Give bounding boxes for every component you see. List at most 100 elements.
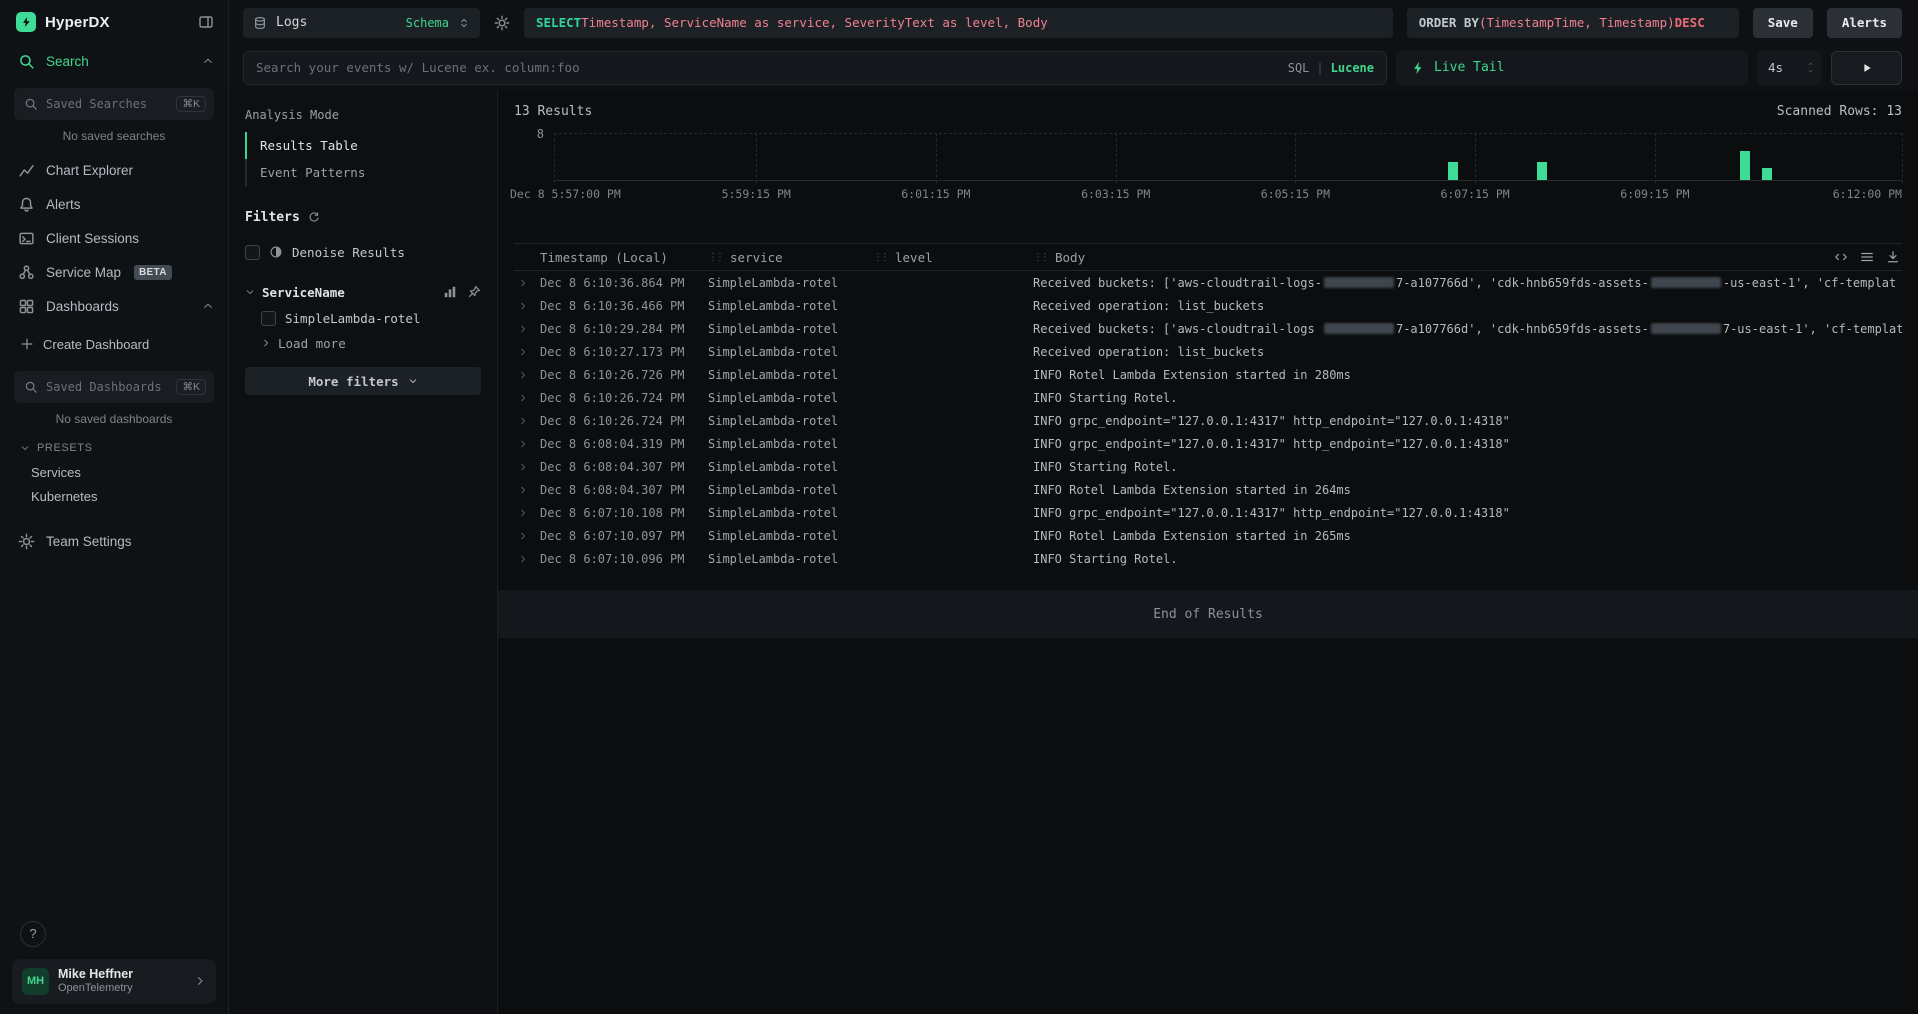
save-button[interactable]: Save	[1753, 8, 1813, 38]
drag-handle-icon[interactable]: ⋮⋮	[1033, 252, 1047, 263]
sidebar-item-alerts[interactable]: Alerts	[0, 187, 228, 221]
no-saved-dashboards-note: No saved dashboards	[0, 412, 228, 426]
table-row[interactable]: Dec 8 6:10:27.173 PMSimpleLambda-rotelRe…	[514, 340, 1902, 363]
table-row[interactable]: Dec 8 6:08:04.307 PMSimpleLambda-rotelIN…	[514, 455, 1902, 478]
create-dashboard-button[interactable]: Create Dashboard	[0, 327, 228, 361]
schema-link[interactable]: Schema	[406, 16, 449, 30]
load-more-link[interactable]: Load more	[261, 331, 481, 355]
live-tail-button[interactable]: Live Tail	[1396, 51, 1748, 85]
cell-timestamp: Dec 8 6:10:26.726 PM	[540, 368, 708, 382]
column-header-level[interactable]: ⋮⋮ level	[873, 250, 1033, 265]
mode-lucene-toggle[interactable]: Lucene	[1331, 61, 1374, 75]
refresh-icon[interactable]	[308, 212, 320, 224]
presets-header[interactable]: PRESETS	[0, 436, 228, 460]
cell-body: Received buckets: ['aws-cloudtrail-logs …	[1033, 322, 1902, 336]
saved-searches-search[interactable]: ⌘K	[14, 88, 214, 120]
help-button[interactable]: ?	[20, 921, 46, 947]
sql-select-editor[interactable]: SELECT Timestamp, ServiceName as service…	[524, 8, 1393, 38]
x-gridline	[554, 133, 555, 183]
histogram-bar[interactable]	[1762, 168, 1772, 180]
saved-searches-input[interactable]	[46, 97, 168, 111]
results-area: 13 Results Scanned Rows: 13 8 Dec 8 5:57…	[498, 90, 1918, 1014]
query-settings-gear-icon[interactable]	[494, 15, 510, 31]
search-input[interactable]	[256, 60, 1280, 75]
denoise-results-option[interactable]: Denoise Results	[245, 239, 481, 265]
source-select[interactable]: Logs Schema	[243, 8, 480, 38]
shortcut-badge: ⌘K	[176, 379, 206, 395]
sidebar-item-client-sessions[interactable]: Client Sessions	[0, 221, 228, 255]
row-expand-chevron-icon[interactable]	[514, 416, 540, 426]
more-filters-button[interactable]: More filters	[245, 367, 481, 395]
row-expand-chevron-icon[interactable]	[514, 370, 540, 380]
table-row[interactable]: Dec 8 6:08:04.319 PMSimpleLambda-rotelIN…	[514, 432, 1902, 455]
chevron-up-icon[interactable]	[1806, 61, 1815, 67]
row-expand-chevron-icon[interactable]	[514, 347, 540, 357]
column-header-body[interactable]: ⋮⋮ Body	[1033, 250, 1902, 265]
histogram-bar[interactable]	[1448, 162, 1458, 180]
table-row[interactable]: Dec 8 6:07:10.097 PMSimpleLambda-rotelIN…	[514, 524, 1902, 547]
user-card[interactable]: MH Mike Heffner OpenTelemetry	[12, 959, 216, 1004]
table-row[interactable]: Dec 8 6:07:10.108 PMSimpleLambda-rotelIN…	[514, 501, 1902, 524]
analysis-mode-event-patterns[interactable]: Event Patterns	[245, 159, 481, 186]
cell-service: SimpleLambda-rotel	[708, 483, 873, 497]
cell-timestamp: Dec 8 6:08:04.307 PM	[540, 460, 708, 474]
sidebar-item-chart-explorer[interactable]: Chart Explorer	[0, 153, 228, 187]
table-row[interactable]: Dec 8 6:10:26.724 PMSimpleLambda-rotelIN…	[514, 386, 1902, 409]
row-expand-chevron-icon[interactable]	[514, 554, 540, 564]
sidebar-item-search[interactable]: Search	[0, 44, 228, 78]
refresh-interval-stepper[interactable]: 4s	[1757, 51, 1822, 85]
code-icon[interactable]	[1834, 250, 1848, 264]
drag-handle-icon[interactable]: ⋮⋮	[708, 252, 722, 263]
pin-icon[interactable]	[467, 285, 481, 299]
mode-sql-toggle[interactable]: SQL	[1288, 61, 1310, 75]
sidebar-item-service-map[interactable]: Service Map BETA	[0, 255, 228, 289]
histogram-bar[interactable]	[1740, 151, 1750, 180]
table-row[interactable]: Dec 8 6:07:10.096 PMSimpleLambda-rotelIN…	[514, 547, 1902, 570]
histogram-bar[interactable]	[1537, 162, 1547, 180]
saved-dashboards-input[interactable]	[46, 380, 168, 394]
table-row[interactable]: Dec 8 6:08:04.307 PMSimpleLambda-rotelIN…	[514, 478, 1902, 501]
drag-handle-icon[interactable]: ⋮⋮	[873, 252, 887, 263]
chevron-down-icon[interactable]	[1806, 68, 1815, 74]
column-header-service[interactable]: ⋮⋮ service	[708, 250, 873, 265]
alerts-button[interactable]: Alerts	[1827, 8, 1902, 38]
preset-item-services[interactable]: Services	[0, 460, 228, 484]
column-header-timestamp[interactable]: Timestamp (Local)	[540, 250, 708, 265]
table-row[interactable]: Dec 8 6:10:26.726 PMSimpleLambda-rotelIN…	[514, 363, 1902, 386]
facet-header[interactable]: ServiceName	[245, 279, 481, 305]
row-expand-chevron-icon[interactable]	[514, 301, 540, 311]
histogram-plot[interactable]	[554, 133, 1902, 181]
sidebar-item-dashboards[interactable]: Dashboards	[0, 289, 228, 323]
x-axis-tick-label: 6:09:15 PM	[1620, 187, 1689, 201]
facet-chart-icon[interactable]	[443, 285, 457, 299]
analysis-mode-results-table[interactable]: Results Table	[245, 132, 481, 159]
saved-dashboards-search[interactable]: ⌘K	[14, 371, 214, 403]
order-by-editor[interactable]: ORDER BY (TimestampTime, Timestamp) DESC	[1407, 8, 1739, 38]
sidebar-item-label: Team Settings	[46, 534, 132, 549]
cell-timestamp: Dec 8 6:07:10.108 PM	[540, 506, 708, 520]
facet-option-checkbox[interactable]	[261, 311, 276, 326]
run-query-button[interactable]	[1831, 51, 1902, 85]
row-expand-chevron-icon[interactable]	[514, 324, 540, 334]
sidebar-item-label: Search	[46, 54, 89, 69]
sidebar-collapse-icon[interactable]	[198, 14, 214, 30]
table-row[interactable]: Dec 8 6:10:36.864 PMSimpleLambda-rotelRe…	[514, 271, 1902, 294]
row-expand-chevron-icon[interactable]	[514, 531, 540, 541]
row-expand-chevron-icon[interactable]	[514, 508, 540, 518]
table-row[interactable]: Dec 8 6:10:26.724 PMSimpleLambda-rotelIN…	[514, 409, 1902, 432]
table-row[interactable]: Dec 8 6:10:36.466 PMSimpleLambda-rotelRe…	[514, 294, 1902, 317]
denoise-checkbox[interactable]	[245, 245, 260, 260]
sidebar-item-team-settings[interactable]: Team Settings	[0, 524, 228, 558]
download-icon[interactable]	[1886, 250, 1900, 264]
row-expand-chevron-icon[interactable]	[514, 393, 540, 403]
rows-icon[interactable]	[1860, 250, 1874, 264]
facet-option[interactable]: SimpleLambda-rotel	[261, 305, 481, 331]
preset-item-kubernetes[interactable]: Kubernetes	[0, 484, 228, 508]
event-search-box[interactable]: SQL | Lucene	[243, 51, 1387, 85]
table-row[interactable]: Dec 8 6:10:29.284 PMSimpleLambda-rotelRe…	[514, 317, 1902, 340]
row-expand-chevron-icon[interactable]	[514, 485, 540, 495]
row-expand-chevron-icon[interactable]	[514, 278, 540, 288]
cell-timestamp: Dec 8 6:07:10.096 PM	[540, 552, 708, 566]
row-expand-chevron-icon[interactable]	[514, 439, 540, 449]
row-expand-chevron-icon[interactable]	[514, 462, 540, 472]
